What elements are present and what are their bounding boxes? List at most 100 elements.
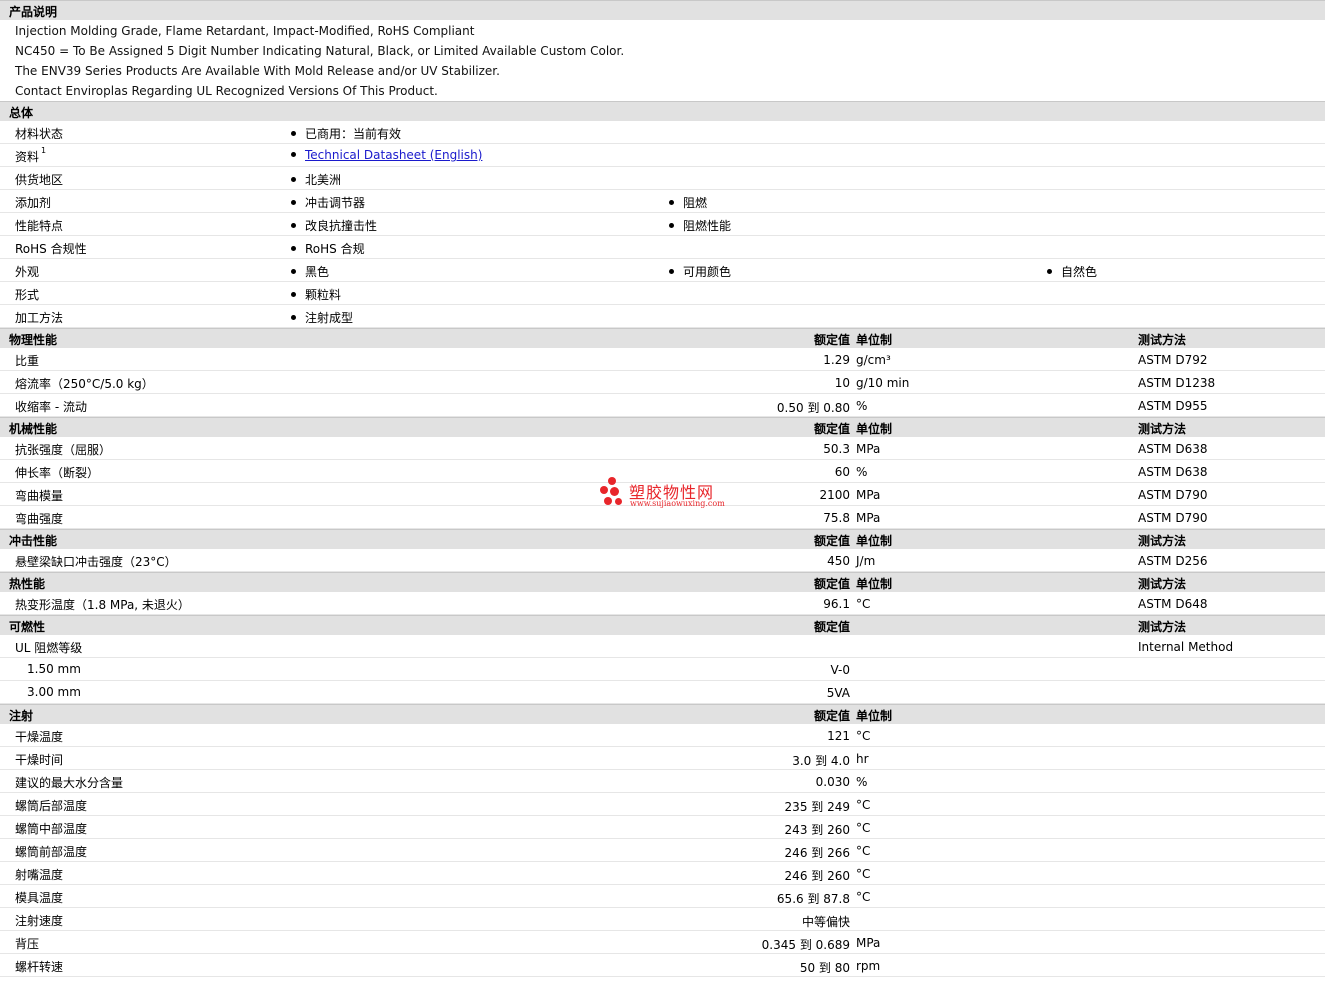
bullet-icon <box>669 200 674 205</box>
section-title: 机械性能 <box>9 422 58 436</box>
property-value: 450 <box>827 554 850 568</box>
property-value: 0.50 到 0.80 <box>776 401 850 415</box>
row-label-text: 材料状态 <box>15 127 64 141</box>
section-header: 注射 额定值 单位制 <box>0 704 1325 724</box>
section-header: 物理性能 额定值 单位制 测试方法 <box>0 328 1325 348</box>
property-unit: °C <box>856 890 871 904</box>
general-header: 总体 <box>0 101 1325 121</box>
description-line: Injection Molding Grade, Flame Retardant… <box>15 24 475 38</box>
bullet-icon <box>291 246 296 251</box>
section-header: 可燃性 额定值 测试方法 <box>0 615 1325 635</box>
row-label-text: 性能特点 <box>15 219 64 233</box>
property-value: 65.6 到 87.8 <box>776 892 850 906</box>
property-name: 背压 <box>15 937 40 951</box>
property-value: 50.3 <box>823 442 850 456</box>
property-value: 中等偏快 <box>801 915 850 929</box>
property-test-method: ASTM D1238 <box>1138 376 1216 390</box>
property-test-method: ASTM D648 <box>1138 597 1208 611</box>
property-test-method: Internal Method <box>1138 640 1234 654</box>
property-test-method: ASTM D790 <box>1138 511 1208 525</box>
row-label-text: 外观 <box>15 265 40 279</box>
section-header: 机械性能 额定值 单位制 测试方法 <box>0 417 1325 437</box>
section-title: 物理性能 <box>9 333 58 347</box>
property-value: 5VA <box>826 686 850 700</box>
section-header: 热性能 额定值 单位制 测试方法 <box>0 572 1325 592</box>
section-title: 热性能 <box>9 577 46 591</box>
general-row: 加工方法 注射成型 <box>0 305 1325 328</box>
property-name: 注射速度 <box>15 914 64 928</box>
property-row: 螺杆转速 50 到 80 rpm <box>0 954 1325 977</box>
property-unit: % <box>856 775 868 789</box>
general-row: 材料状态 已商用：当前有效 <box>0 121 1325 144</box>
property-value: 2100 <box>819 488 850 502</box>
property-name: 弯曲强度 <box>15 512 64 526</box>
property-unit: °C <box>856 844 871 858</box>
watermark-logo: 塑胶物性网 www.sujiaowuxing.com <box>600 476 740 512</box>
watermark-dots-icon <box>600 476 624 508</box>
bullet-text: 颗粒料 <box>305 288 342 302</box>
property-name: 模具温度 <box>15 891 64 905</box>
property-name: 螺筒中部温度 <box>15 822 88 836</box>
property-unit: MPa <box>856 511 881 525</box>
property-unit: g/cm³ <box>856 353 891 367</box>
column-header-unit: 单位制 <box>856 577 893 591</box>
column-header-test-method: 测试方法 <box>1138 534 1187 548</box>
datasheet-link[interactable]: Technical Datasheet (English) <box>305 148 482 162</box>
property-test-method: ASTM D790 <box>1138 488 1208 502</box>
property-unit: rpm <box>856 959 881 973</box>
property-name: 干燥温度 <box>15 730 64 744</box>
bullet-icon <box>291 292 296 297</box>
property-row: 螺筒后部温度 235 到 249 °C <box>0 793 1325 816</box>
row-label-text: 加工方法 <box>15 311 64 325</box>
property-unit: % <box>856 399 868 413</box>
property-row: 1.50 mm V-0 <box>0 658 1325 681</box>
description-line: NC450 = To Be Assigned 5 Digit Number In… <box>15 44 625 58</box>
column-header-value: 额定值 <box>813 577 850 591</box>
property-row: 收缩率 - 流动 0.50 到 0.80% ASTM D955 <box>0 394 1325 417</box>
bullet-item: 冲击调节器 <box>291 194 365 211</box>
bullet-text: 黑色 <box>305 265 330 279</box>
property-name: 悬壁梁缺口冲击强度（23°C） <box>15 555 177 569</box>
property-value: 121 <box>827 729 850 743</box>
bullet-icon <box>669 223 674 228</box>
section-title: 产品说明 <box>9 5 58 19</box>
product-description-body: Injection Molding Grade, Flame Retardant… <box>0 20 1325 101</box>
property-name: 比重 <box>15 354 40 368</box>
bullet-item: 改良抗撞击性 <box>291 217 377 234</box>
property-unit: hr <box>856 752 869 766</box>
property-value: 0.345 到 0.689 <box>761 938 850 952</box>
general-row-label: 材料状态 <box>15 125 63 142</box>
general-row: 性能特点 改良抗撞击性 阻燃性能 <box>0 213 1325 236</box>
bullet-item[interactable]: Technical Datasheet (English) <box>291 148 482 162</box>
property-row: UL 阻燃等级 Internal Method <box>0 635 1325 658</box>
property-name: 抗张强度（屈服） <box>15 443 112 457</box>
row-label-text: 资料 <box>15 150 40 164</box>
general-row-label: 添加剂 <box>15 194 51 211</box>
property-row: 背压 0.345 到 0.689 MPa <box>0 931 1325 954</box>
bullet-icon <box>291 315 296 320</box>
column-header-unit: 单位制 <box>856 709 893 723</box>
property-test-method: ASTM D638 <box>1138 465 1208 479</box>
section-title: 可燃性 <box>9 620 46 634</box>
property-row: 熔流率（250°C/5.0 kg） 10 g/10 min ASTM D1238 <box>0 371 1325 394</box>
property-test-method: ASTM D792 <box>1138 353 1208 367</box>
property-test-method: ASTM D638 <box>1138 442 1208 456</box>
general-row: 形式 颗粒料 <box>0 282 1325 305</box>
property-name: 伸长率（断裂） <box>15 466 100 480</box>
bullet-text: 注射成型 <box>305 311 354 325</box>
column-header-unit: 单位制 <box>856 534 893 548</box>
general-table: 材料状态 已商用：当前有效 资料 1 Technical Datasheet (Engl… <box>0 121 1325 328</box>
bullet-item: 颗粒料 <box>291 286 341 303</box>
bullet-item: 北美洲 <box>291 171 341 188</box>
property-row: 模具温度 65.6 到 87.8 °C <box>0 885 1325 908</box>
bullet-item: 阻燃性能 <box>669 217 731 234</box>
property-name: 螺筒前部温度 <box>15 845 88 859</box>
bullet-item: 可用颜色 <box>669 263 731 280</box>
bullet-text: RoHS 合规 <box>305 242 365 256</box>
bullet-item: 注射成型 <box>291 309 353 326</box>
property-row: 螺筒前部温度 246 到 266 °C <box>0 839 1325 862</box>
general-row-label: RoHS 合规性 <box>15 240 87 257</box>
row-label-text: 供货地区 <box>15 173 64 187</box>
bullet-item: 已商用：当前有效 <box>291 125 401 142</box>
property-value: 243 到 260 <box>784 823 850 837</box>
